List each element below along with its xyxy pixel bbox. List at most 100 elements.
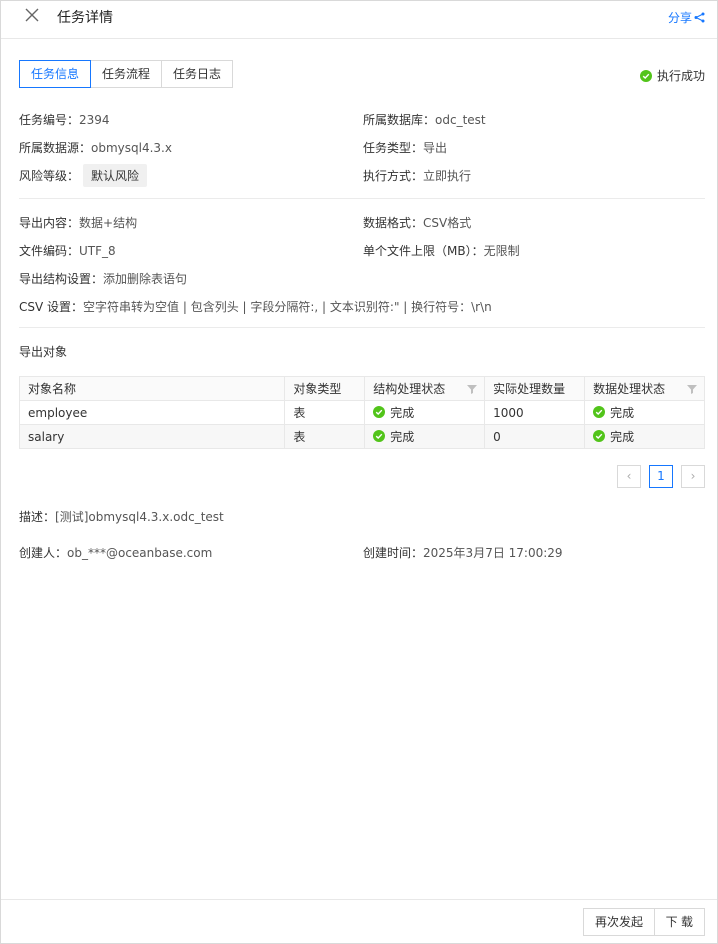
- csv-setting-value: 空字符串转为空值 | 包含列头 | 字段分隔符:, | 文本识别符:" | 换行…: [83, 300, 492, 314]
- drawer-footer: 再次发起 下 载: [1, 899, 717, 943]
- filter-icon[interactable]: [466, 383, 478, 395]
- col-struct-status-label: 结构处理状态: [373, 382, 446, 396]
- col-actual-count: 实际处理数量: [484, 376, 586, 401]
- export-content-value: 数据+结构: [79, 216, 138, 230]
- task-detail-drawer: 任务详情 分享 任务信息 任务流程 任务日志 执行成功 任务编号：2394 所属…: [0, 0, 718, 944]
- share-label: 分享: [667, 11, 692, 25]
- task-type-field: 任务类型：导出: [363, 139, 447, 156]
- share-icon: [694, 12, 705, 23]
- structure-setting-field: 导出结构设置：添加删除表语句: [19, 270, 187, 287]
- datasource-value: obmysql4.3.x: [91, 141, 172, 155]
- size-limit-label: 单个文件上限（MB）：: [363, 244, 484, 258]
- drawer-header: 任务详情 分享: [1, 1, 717, 39]
- database-value: odc_test: [435, 113, 486, 127]
- export-content-field: 导出内容：数据+结构: [19, 214, 137, 231]
- data-status-text: 完成: [610, 429, 635, 444]
- next-page-button[interactable]: ›: [681, 465, 705, 488]
- risk-level-field: 风险等级： 默认风险: [19, 164, 148, 187]
- data-format-value: CSV格式: [423, 216, 472, 230]
- actual-count-cell: 0: [484, 424, 586, 449]
- structure-setting-value: 添加删除表语句: [103, 272, 188, 286]
- datasource-field: 所属数据源：obmysql4.3.x: [19, 139, 172, 156]
- col-data-status-label: 数据处理状态: [593, 382, 666, 396]
- divider: [19, 198, 705, 199]
- encoding-label: 文件编码：: [19, 244, 80, 258]
- object-type-cell: 表: [284, 400, 366, 425]
- description-label: 描述：: [19, 510, 56, 524]
- drawer-title: 任务详情: [57, 10, 113, 26]
- database-label: 所属数据库：: [363, 113, 436, 127]
- csv-setting-field: CSV 设置：空字符串转为空值 | 包含列头 | 字段分隔符:, | 文本识别符…: [19, 298, 492, 315]
- tab-task-log[interactable]: 任务日志: [161, 60, 234, 88]
- database-field: 所属数据库：odc_test: [363, 111, 486, 128]
- status-badge: 执行成功: [639, 67, 705, 84]
- object-type-cell: 表: [284, 424, 366, 449]
- datasource-label: 所属数据源：: [19, 141, 92, 155]
- check-circle-icon: [639, 69, 652, 82]
- export-objects-table: 对象名称 对象类型 结构处理状态 实际处理数量 数据处理状态 employee …: [18, 376, 705, 449]
- export-content-label: 导出内容：: [19, 216, 80, 230]
- task-type-label: 任务类型：: [363, 141, 424, 155]
- actual-count-cell: 1000: [484, 400, 586, 425]
- exec-mode-field: 执行方式：立即执行: [363, 167, 471, 184]
- data-format-field: 数据格式：CSV格式: [363, 214, 471, 231]
- task-type-value: 导出: [423, 141, 448, 155]
- download-button[interactable]: 下 载: [653, 908, 705, 936]
- struct-status-text: 完成: [390, 405, 415, 420]
- risk-level-label: 风险等级：: [19, 169, 80, 183]
- size-limit-field: 单个文件上限（MB）：无限制: [363, 242, 520, 259]
- struct-status-cell: 完成: [364, 424, 486, 449]
- data-format-label: 数据格式：: [363, 216, 424, 230]
- creator-field: 创建人：ob_***@oceanbase.com: [19, 544, 212, 561]
- pagination: ‹ 1 ›: [617, 465, 705, 488]
- col-struct-status: 结构处理状态: [364, 376, 486, 401]
- created-time-value: 2025年3月7日 17:00:29: [423, 546, 563, 560]
- data-status-cell: 完成: [584, 400, 705, 425]
- status-label: 执行成功: [656, 69, 705, 83]
- tab-task-flow[interactable]: 任务流程: [90, 60, 163, 88]
- col-data-status: 数据处理状态: [584, 376, 705, 401]
- task-id-label: 任务编号：: [19, 113, 80, 127]
- share-button[interactable]: 分享: [668, 9, 705, 26]
- exec-mode-value: 立即执行: [423, 169, 472, 183]
- struct-status-cell: 完成: [364, 400, 486, 425]
- created-time-field: 创建时间：2025年3月7日 17:00:29: [363, 544, 563, 561]
- export-objects-title: 导出对象: [19, 345, 68, 359]
- filter-icon[interactable]: [686, 383, 698, 395]
- task-tabs: 任务信息 任务流程 任务日志: [19, 60, 234, 88]
- prev-page-button[interactable]: ‹: [617, 465, 641, 488]
- tab-task-info[interactable]: 任务信息: [19, 60, 92, 88]
- object-name-cell: salary: [18, 424, 286, 449]
- exec-mode-label: 执行方式：: [363, 169, 424, 183]
- encoding-value: UTF_8: [79, 244, 116, 258]
- table-header-row: 对象名称 对象类型 结构处理状态 实际处理数量 数据处理状态: [18, 376, 705, 401]
- divider: [19, 327, 705, 328]
- object-name-cell: employee: [18, 400, 286, 425]
- page-1-button[interactable]: 1: [649, 465, 673, 488]
- table-row: salary 表 完成 0 完成: [18, 424, 705, 449]
- data-status-cell: 完成: [584, 424, 705, 449]
- check-circle-icon: [593, 430, 606, 443]
- check-circle-icon: [593, 406, 606, 419]
- table-row: employee 表 完成 1000 完成: [18, 400, 705, 425]
- description-field: 描述：[测试]obmysql4.3.x.odc_test: [19, 508, 224, 525]
- task-id-value: 2394: [79, 113, 110, 127]
- csv-setting-label: CSV 设置：: [19, 300, 84, 314]
- col-object-type: 对象类型: [284, 376, 366, 401]
- creator-label: 创建人：: [19, 546, 68, 560]
- struct-status-text: 完成: [390, 429, 415, 444]
- task-id-field: 任务编号：2394: [19, 111, 110, 128]
- risk-level-tag: 默认风险: [83, 164, 148, 187]
- size-limit-value: 无限制: [483, 244, 520, 258]
- retry-button[interactable]: 再次发起: [582, 908, 655, 936]
- check-circle-icon: [373, 430, 386, 443]
- description-value: [测试]obmysql4.3.x.odc_test: [55, 510, 224, 524]
- structure-setting-label: 导出结构设置：: [19, 272, 104, 286]
- check-circle-icon: [373, 406, 386, 419]
- close-icon[interactable]: [23, 6, 41, 24]
- data-status-text: 完成: [610, 405, 635, 420]
- col-object-name: 对象名称: [18, 376, 286, 401]
- created-time-label: 创建时间：: [363, 546, 424, 560]
- creator-value: ob_***@oceanbase.com: [67, 546, 213, 560]
- encoding-field: 文件编码：UTF_8: [19, 242, 116, 259]
